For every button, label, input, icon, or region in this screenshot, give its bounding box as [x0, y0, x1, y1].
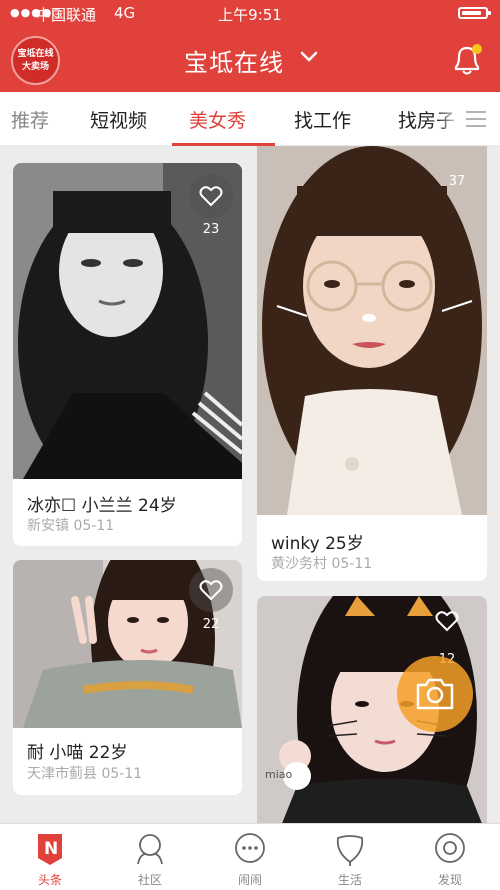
app-logo[interactable]: 宝坻在线大卖场: [11, 36, 60, 85]
tab-short-video[interactable]: 短视频: [90, 106, 147, 133]
profile-photo: [257, 146, 487, 515]
tab-find-job[interactable]: 找工作: [294, 106, 351, 133]
menu-icon[interactable]: [464, 109, 488, 129]
camera-button[interactable]: [397, 656, 473, 732]
profile-card[interactable]: 22 耐 小喵 22岁 天津市蓟县 05-11: [13, 560, 242, 795]
tab-recommend[interactable]: 推荐: [11, 106, 49, 133]
nav-label: 社区: [137, 873, 162, 887]
profile-card[interactable]: 23 冰亦☐ 小兰兰 24岁 新安镇 05-11: [13, 163, 242, 546]
profile-name: 冰亦☐ 小兰兰 24岁: [27, 496, 177, 516]
discover-icon: [435, 833, 465, 863]
svg-text:N: N: [44, 839, 58, 859]
sticker-text: miao: [265, 768, 293, 781]
like-count: 37: [448, 174, 466, 189]
heart-icon: [199, 580, 223, 601]
nav-headlines[interactable]: N 头条: [0, 824, 100, 890]
notification-bell-icon[interactable]: [450, 42, 484, 78]
nav-life[interactable]: 生活: [300, 824, 400, 890]
like-button[interactable]: [189, 174, 233, 218]
profile-card[interactable]: 37 winky 25岁 黄沙务村 05-11: [257, 146, 487, 581]
news-icon: N: [38, 834, 62, 865]
like-button[interactable]: [189, 568, 233, 612]
nav-community[interactable]: 社区: [100, 824, 200, 890]
page-title[interactable]: 宝坻在线: [184, 43, 284, 78]
nav-label: 发现: [437, 873, 462, 887]
heart-icon: [199, 186, 223, 207]
profile-name: winky 25岁: [271, 534, 364, 554]
profile-location: 黄沙务村 05-11: [271, 556, 373, 572]
nav-chat[interactable]: 闹闹: [200, 824, 300, 890]
app-header: 宝坻在线大卖场 宝坻在线: [0, 28, 500, 92]
tabs-fade: [436, 92, 462, 145]
clock: 上午9:51: [218, 6, 282, 24]
bottom-nav: N 头条 社区 闹闹 生活 发现: [0, 823, 500, 890]
profile-location: 天津市蓟县 05-11: [27, 766, 143, 782]
battery-icon: [458, 7, 491, 19]
chevron-down-icon[interactable]: [300, 51, 318, 63]
nav-label: 头条: [37, 873, 62, 887]
logo-text: 宝坻在线大卖场: [17, 49, 54, 72]
tab-beauty-show[interactable]: 美女秀: [189, 106, 246, 133]
nav-discover[interactable]: 发现: [400, 824, 500, 890]
life-icon: [336, 835, 364, 866]
camera-icon: [416, 678, 454, 710]
like-count: 22: [202, 617, 220, 632]
community-icon: [137, 834, 163, 865]
heart-icon[interactable]: [435, 610, 459, 632]
chat-icon: [235, 833, 265, 863]
nav-label: 生活: [337, 873, 362, 887]
like-count: 23: [202, 222, 220, 237]
nav-label: 闹闹: [237, 873, 262, 887]
status-bar: ●●●●○ 中国联通 4G 上午9:51: [0, 0, 500, 28]
category-tabs: 推荐 短视频 美女秀 找工作 找房子: [0, 92, 500, 145]
profile-name: 耐 小喵 22岁: [27, 743, 128, 763]
profile-location: 新安镇 05-11: [27, 518, 115, 534]
